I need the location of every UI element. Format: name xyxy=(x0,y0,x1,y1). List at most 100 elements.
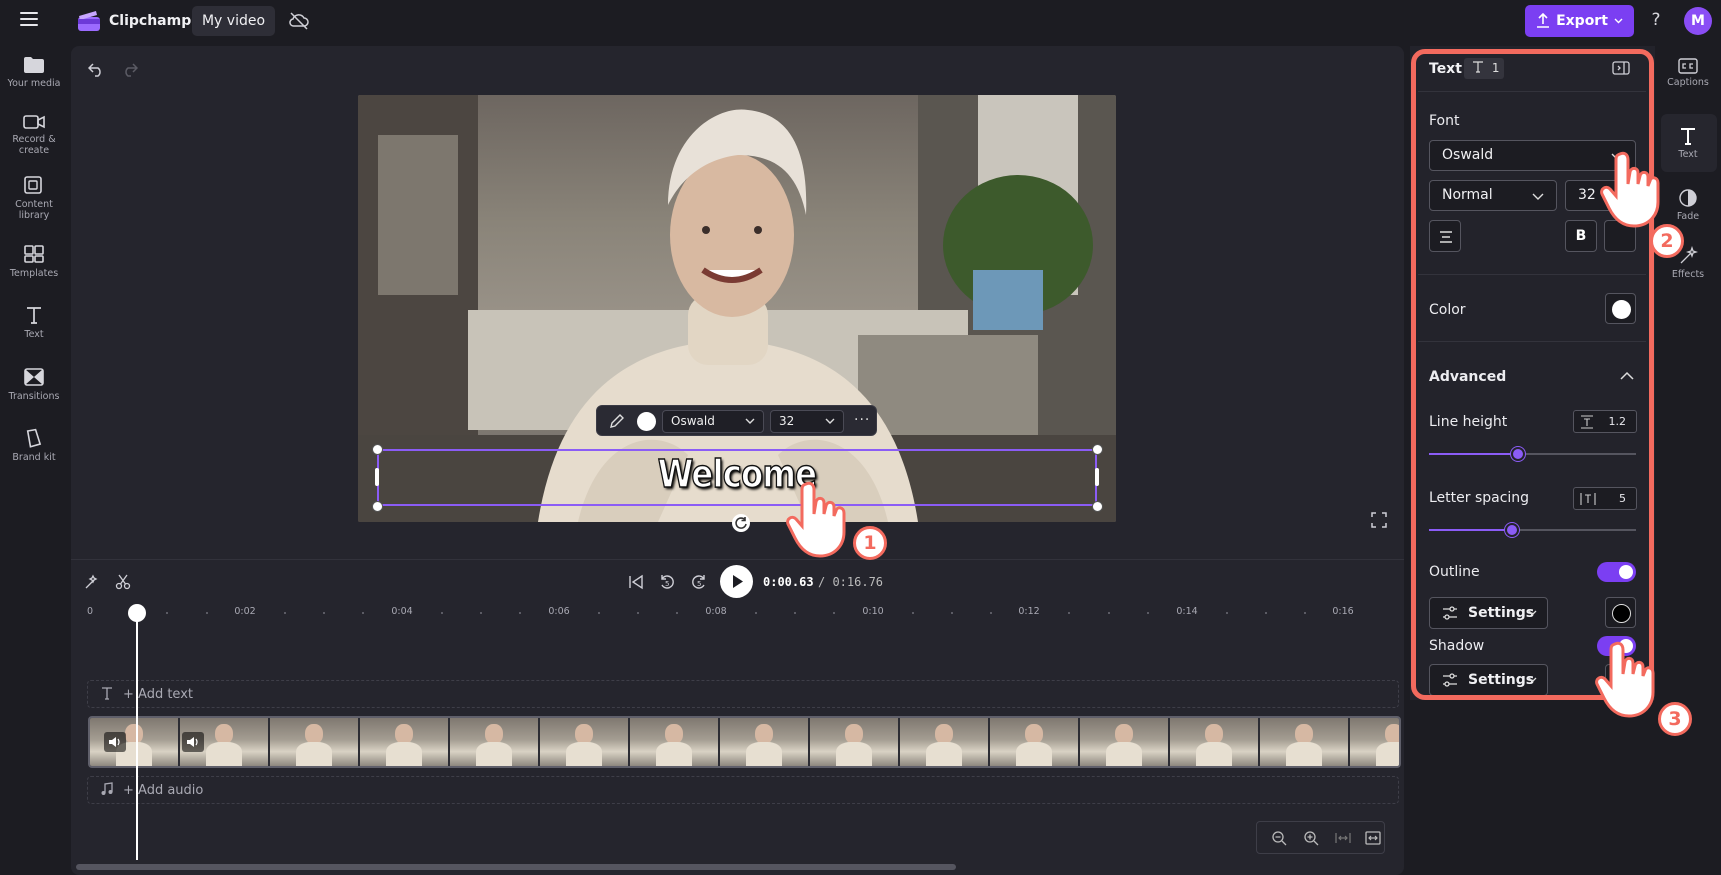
skip-back-icon[interactable] xyxy=(628,574,644,590)
tick-dot xyxy=(1304,612,1306,614)
tick-dot xyxy=(1147,612,1149,614)
scissors-icon[interactable] xyxy=(115,574,131,590)
tick-dot xyxy=(755,612,757,614)
music-note-icon xyxy=(101,782,113,795)
pointer-hand-icon xyxy=(1595,641,1655,718)
tick-dot xyxy=(912,612,914,614)
nav-record-create[interactable]: Record & create xyxy=(0,114,68,156)
text-track[interactable]: + Add text xyxy=(87,680,1399,708)
resize-handle[interactable] xyxy=(372,501,383,512)
resize-handle[interactable] xyxy=(1092,501,1103,512)
caption-text[interactable]: Welcome xyxy=(431,451,1043,497)
play-button[interactable] xyxy=(720,565,753,598)
undo-icon[interactable] xyxy=(88,61,104,77)
templates-icon xyxy=(24,245,44,263)
zoom-out-icon[interactable] xyxy=(1271,830,1287,846)
forward-5-icon[interactable]: 5 xyxy=(690,572,708,592)
rotate-handle[interactable] xyxy=(732,514,750,532)
tab-captions[interactable]: Captions xyxy=(1655,58,1721,88)
video-clip-track[interactable] xyxy=(88,716,1401,768)
nav-label: Your media xyxy=(7,78,61,89)
tick-label: 0:14 xyxy=(1176,606,1198,617)
project-name-tab[interactable]: My video xyxy=(192,6,275,36)
tick-dot xyxy=(990,612,992,614)
volume-icon[interactable] xyxy=(104,732,126,752)
text-icon xyxy=(1681,128,1695,145)
help-icon[interactable]: ? xyxy=(1646,10,1666,32)
clip-thumbnail xyxy=(990,718,1080,766)
clip-thumbnail xyxy=(540,718,630,766)
nav-text[interactable]: Text xyxy=(0,305,68,340)
nav-label: Transitions xyxy=(8,391,60,402)
fit-width-icon[interactable] xyxy=(1335,830,1351,846)
playhead[interactable] xyxy=(136,612,138,860)
brand-kit-icon xyxy=(26,428,42,448)
tick-label: 0:02 xyxy=(234,606,256,617)
nav-content-library[interactable]: Content library xyxy=(0,175,68,221)
tick-dot xyxy=(284,612,286,614)
clip-thumbnail xyxy=(720,718,810,766)
rotate-icon xyxy=(735,517,747,529)
text-color-swatch[interactable] xyxy=(637,412,656,431)
clip-thumbnail xyxy=(450,718,540,766)
tick-dot xyxy=(637,612,639,614)
nav-transitions[interactable]: Transitions xyxy=(0,367,68,402)
resize-handle[interactable] xyxy=(1092,444,1103,455)
audio-track[interactable]: + Add audio xyxy=(87,776,1399,804)
fullscreen-icon[interactable] xyxy=(1371,512,1387,528)
nav-label: Templates xyxy=(9,268,59,279)
zoom-in-icon[interactable] xyxy=(1303,830,1319,846)
playhead-handle[interactable] xyxy=(128,604,146,622)
tab-label: Fade xyxy=(1676,211,1700,222)
side-handle[interactable] xyxy=(375,468,379,486)
export-label: Export xyxy=(1556,13,1608,29)
cloud-off-icon[interactable] xyxy=(288,11,310,31)
timeline-scrollbar[interactable] xyxy=(76,864,956,870)
tick-dot xyxy=(951,612,953,614)
text-context-toolbar: Oswald 32 ··· xyxy=(596,405,877,436)
side-handle[interactable] xyxy=(1095,468,1099,486)
tab-fade[interactable]: Fade xyxy=(1655,188,1721,222)
toolbar-size-select[interactable]: 32 xyxy=(770,410,844,433)
tab-text[interactable]: Text xyxy=(1655,126,1721,160)
tick-label: 0:12 xyxy=(1018,606,1040,617)
nav-brand-kit[interactable]: Brand kit xyxy=(0,428,68,463)
more-options-icon[interactable]: ··· xyxy=(854,412,870,428)
tick-dot xyxy=(480,612,482,614)
transitions-icon xyxy=(24,368,44,386)
redo-icon[interactable] xyxy=(122,61,138,77)
resize-handle[interactable] xyxy=(372,444,383,455)
clip-thumbnail xyxy=(1170,718,1260,766)
text-icon xyxy=(27,307,41,324)
tick-dot xyxy=(362,612,364,614)
pencil-icon[interactable] xyxy=(609,413,625,429)
toolbar-font-select[interactable]: Oswald xyxy=(662,410,764,433)
clip-thumbnail xyxy=(360,718,450,766)
highlight-frame xyxy=(1411,49,1654,700)
chevron-down-icon xyxy=(825,418,835,424)
captions-icon xyxy=(1678,58,1698,74)
tick-dot xyxy=(323,612,325,614)
tick-dot xyxy=(206,612,208,614)
tick-dot xyxy=(598,612,600,614)
nav-templates[interactable]: Templates xyxy=(0,244,68,279)
tab-label: Effects xyxy=(1671,269,1705,280)
nav-your-media[interactable]: Your media xyxy=(0,56,68,89)
volume-icon[interactable] xyxy=(182,732,204,752)
toolbar-font-value: Oswald xyxy=(671,414,715,428)
avatar[interactable]: M xyxy=(1684,7,1712,35)
fit-timeline-icon[interactable] xyxy=(1365,830,1381,846)
clip-thumbnail xyxy=(270,718,360,766)
time-ruler[interactable]: 0 0:02 0:04 0:06 0:08 0:10 0:12 0:14 0:1… xyxy=(87,606,1398,622)
library-icon xyxy=(24,176,42,194)
magic-wand-icon[interactable] xyxy=(84,574,100,590)
step-callout: 3 xyxy=(1658,702,1692,736)
add-text-label: + Add text xyxy=(123,687,193,702)
clip-thumbnail xyxy=(630,718,720,766)
rewind-5-icon[interactable]: 5 xyxy=(658,572,676,592)
export-button[interactable]: Export xyxy=(1525,5,1634,37)
right-toolbar: Captions Text Fade Effects xyxy=(1655,42,1721,875)
svg-text:5: 5 xyxy=(665,580,669,588)
menu-icon[interactable] xyxy=(20,12,38,26)
clip-thumbnail xyxy=(810,718,900,766)
